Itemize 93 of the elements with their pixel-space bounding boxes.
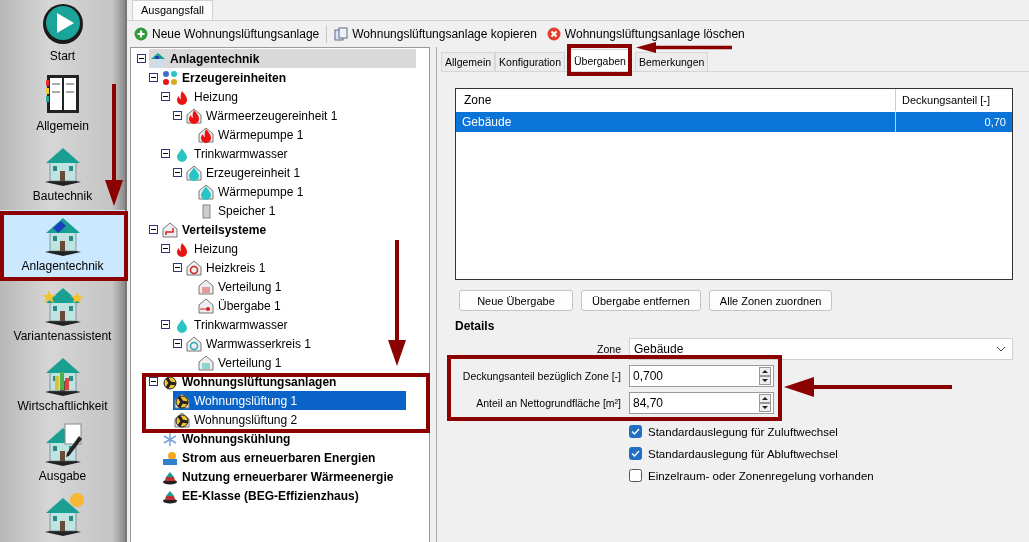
system-icon [150, 50, 166, 67]
tree-item[interactable]: Erzeugereinheiten [161, 68, 291, 87]
checkbox[interactable] [629, 447, 642, 460]
tree-item[interactable]: Heizung [173, 87, 243, 106]
collapse-toggle[interactable] [161, 320, 170, 329]
tab[interactable]: Bemerkungen [634, 52, 709, 71]
table-cell: Gebäude [456, 112, 896, 132]
house-drop-icon [198, 183, 214, 200]
checkbox[interactable] [629, 425, 642, 438]
play-icon [40, 2, 85, 46]
house-fan-icon [174, 411, 190, 428]
action-button[interactable]: Alle Zonen zuordnen [708, 290, 833, 311]
field-label: Anteil an Nettogrundfläche [m²] [475, 397, 621, 409]
collapse-toggle[interactable] [173, 168, 182, 177]
chevron-down-icon [996, 346, 1006, 352]
tree-item[interactable]: Verteilung 1 [197, 353, 286, 372]
collapse-toggle[interactable] [173, 263, 182, 272]
tree-item[interactable]: Wärmeerzeugereinheit 1 [185, 106, 342, 125]
table-cell-text: 0,70 [983, 115, 1007, 130]
house-coil-icon [198, 354, 214, 371]
tree-item[interactable]: Strom aus erneuerbaren Energien [161, 448, 380, 467]
house-loop-icon [186, 335, 202, 352]
tree-item[interactable]: Nutzung erneuerbarer Wärmeenergie [161, 467, 398, 486]
sidebar-item[interactable]: Bautechnik [0, 140, 125, 210]
collapse-toggle[interactable] [161, 244, 170, 253]
collapse-toggle[interactable] [173, 111, 182, 120]
mixed-icon [162, 69, 178, 86]
toolbar-button[interactable]: Wohnungslüftungsanlage löschen [543, 25, 748, 43]
house-valve-icon [198, 297, 214, 314]
section-title: Details [455, 319, 496, 333]
toolbar-button[interactable]: Neue Wohnungslüftungsanlage [131, 25, 323, 43]
tree-item[interactable]: Trinkwarmwasser [173, 315, 292, 334]
tab[interactable]: Konfiguration [495, 52, 565, 71]
sidebar-item[interactable]: Start [0, 0, 125, 70]
tree-item[interactable]: EE-Klasse (BEG-Effizienzhaus) [161, 486, 363, 505]
number-field[interactable]: 84,70 [629, 392, 774, 414]
sidebar-item[interactable]: Ausgabe [0, 420, 125, 490]
house-drop-icon [186, 164, 202, 181]
field-label: Deckungsanteil bezüglich Zone [-] [461, 370, 621, 382]
house-circuit-icon [186, 259, 202, 276]
tree-item[interactable]: Wohnungskühlung [161, 429, 295, 448]
zone-dropdown[interactable]: Gebäude [629, 338, 1013, 360]
sidebar-item[interactable]: Allgemein [0, 70, 125, 140]
action-button[interactable]: Übergabe entfernen [581, 290, 701, 311]
collapse-toggle[interactable] [137, 54, 146, 63]
sidebar-item[interactable]: Variantenassistent [0, 280, 125, 350]
tree-item[interactable]: Trinkwarmwasser [173, 144, 292, 163]
number-field[interactable]: 0,700 [629, 365, 774, 387]
tree-item[interactable]: Wohnungslüftung 1 [173, 391, 406, 410]
house-flame-icon [198, 126, 214, 143]
collapse-toggle[interactable] [173, 339, 182, 348]
toolbar-button[interactable]: Wohnungslüftungsanlage kopieren [331, 25, 540, 43]
document-tab[interactable]: Ausgangsfall [132, 0, 213, 20]
tree-item[interactable]: Wärmepumpe 1 [197, 125, 308, 144]
delete-icon [546, 27, 561, 41]
house-fan-icon [174, 392, 190, 409]
tree-item[interactable]: Heizung [173, 239, 243, 258]
spinner-arrows-icon[interactable] [759, 367, 771, 385]
add-icon [134, 27, 148, 41]
sidebar-item[interactable]: Wirtschaftlichkeit [0, 350, 125, 420]
column-header: Deckungsanteil [-] [901, 93, 992, 108]
snowflake-icon [162, 430, 178, 447]
tree-item[interactable]: Wohnungslüftung 2 [173, 410, 302, 429]
solar-icon [162, 449, 178, 466]
checkbox-option[interactable]: Standardauslegung für Zuluftwechsel [629, 425, 1013, 438]
column-header: Zone [456, 89, 896, 111]
collapse-toggle[interactable] [149, 225, 158, 234]
tree-item[interactable]: Verteilung 1 [197, 277, 286, 296]
field-label: Zone [596, 343, 621, 355]
tree-item[interactable]: Übergabe 1 [197, 296, 285, 315]
spinner-arrows-icon[interactable] [759, 394, 771, 412]
checkbox-option[interactable]: Einzelraum- oder Zonenregelung vorhanden [629, 469, 1013, 482]
collapse-toggle[interactable] [161, 149, 170, 158]
house-pipe-icon [162, 221, 178, 238]
collapse-toggle[interactable] [149, 73, 158, 82]
tab[interactable]: Allgemein [441, 52, 496, 71]
house-flame-icon [186, 107, 202, 124]
tree-item[interactable]: Erzeugereinheit 1 [185, 163, 305, 182]
copy-icon [334, 27, 349, 41]
tree-item[interactable]: Anlagentechnik [149, 49, 416, 68]
tree-item[interactable]: Speicher 1 [197, 201, 280, 220]
tree-item[interactable]: Verteilsysteme [161, 220, 271, 239]
house-radiator-icon [198, 278, 214, 295]
tree-item[interactable]: Heizkreis 1 [185, 258, 270, 277]
tab[interactable]: Übergaben [570, 49, 630, 71]
checkbox-option[interactable]: Standardauslegung für Abluftwechsel [629, 447, 1013, 460]
tree-item[interactable]: Wärmepumpe 1 [197, 182, 308, 201]
collapse-toggle[interactable] [149, 377, 158, 386]
action-button[interactable]: Neue Übergabe [459, 290, 573, 311]
checkbox[interactable] [629, 469, 642, 482]
table-row[interactable]: Gebäude 0,70 [456, 112, 1012, 132]
tree-item[interactable]: Warmwasserkreis 1 [185, 334, 315, 353]
collapse-toggle[interactable] [161, 92, 170, 101]
